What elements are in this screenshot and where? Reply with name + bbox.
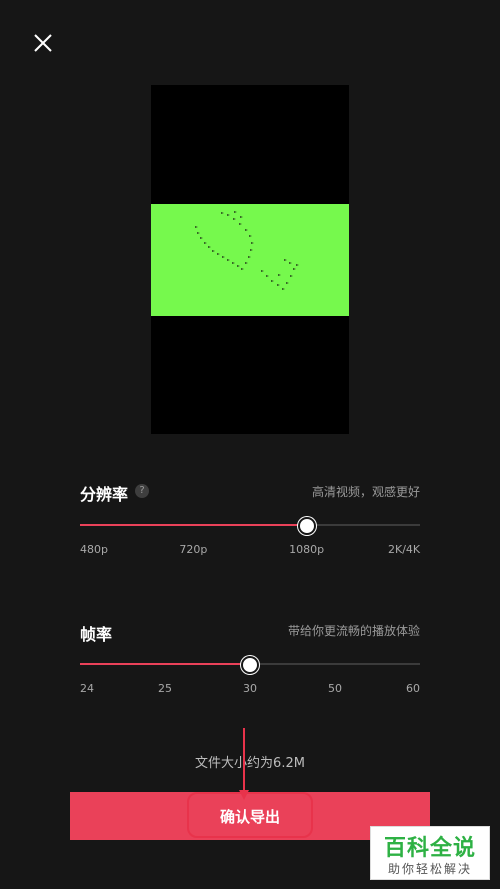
- watermark-title: 百科全说: [383, 836, 476, 861]
- watermark-logo: 百科全说 助你轻松解决: [370, 826, 490, 880]
- watermark-subtitle: 助你轻松解决: [387, 862, 472, 876]
- framerate-slider[interactable]: [80, 654, 420, 674]
- resolution-tick-label: 2K/4K: [388, 543, 421, 556]
- resolution-tick-label: 720p: [179, 543, 208, 556]
- resolution-tick-label: 480p: [80, 543, 108, 556]
- framerate-title: 帧率: [80, 625, 113, 644]
- framerate-slider-thumb[interactable]: [241, 656, 259, 674]
- framerate-tick-label: 30: [243, 682, 257, 695]
- annotation-arrow-icon: [239, 728, 249, 800]
- resolution-slider-thumb[interactable]: [297, 517, 316, 535]
- resolution-tick-labels: 480p 720p 1080p 2K/4K: [80, 543, 420, 557]
- confirm-export-label: 确认导出: [219, 808, 280, 826]
- close-icon: [34, 34, 52, 52]
- birds-flock-graphic: [195, 211, 299, 290]
- framerate-tick-label: 25: [158, 682, 172, 695]
- framerate-tick-label: 60: [406, 682, 420, 695]
- resolution-slider-fill: [80, 524, 307, 526]
- resolution-slider[interactable]: [80, 515, 420, 535]
- framerate-tick-labels: 24 25 30 50 60: [80, 682, 420, 696]
- resolution-title: 分辨率: [80, 485, 129, 504]
- video-frame: [151, 204, 349, 316]
- framerate-tick-label: 24: [80, 682, 94, 695]
- close-button[interactable]: [30, 30, 56, 56]
- framerate-slider-fill: [80, 663, 250, 665]
- video-preview: [151, 85, 349, 434]
- resolution-description: 高清视频，观感更好: [311, 485, 420, 499]
- question-icon[interactable]: ?: [135, 484, 149, 498]
- framerate-tick-label: 50: [328, 682, 342, 695]
- resolution-tick-label: 1080p: [289, 543, 325, 556]
- framerate-description: 带给你更流畅的播放体验: [287, 624, 420, 638]
